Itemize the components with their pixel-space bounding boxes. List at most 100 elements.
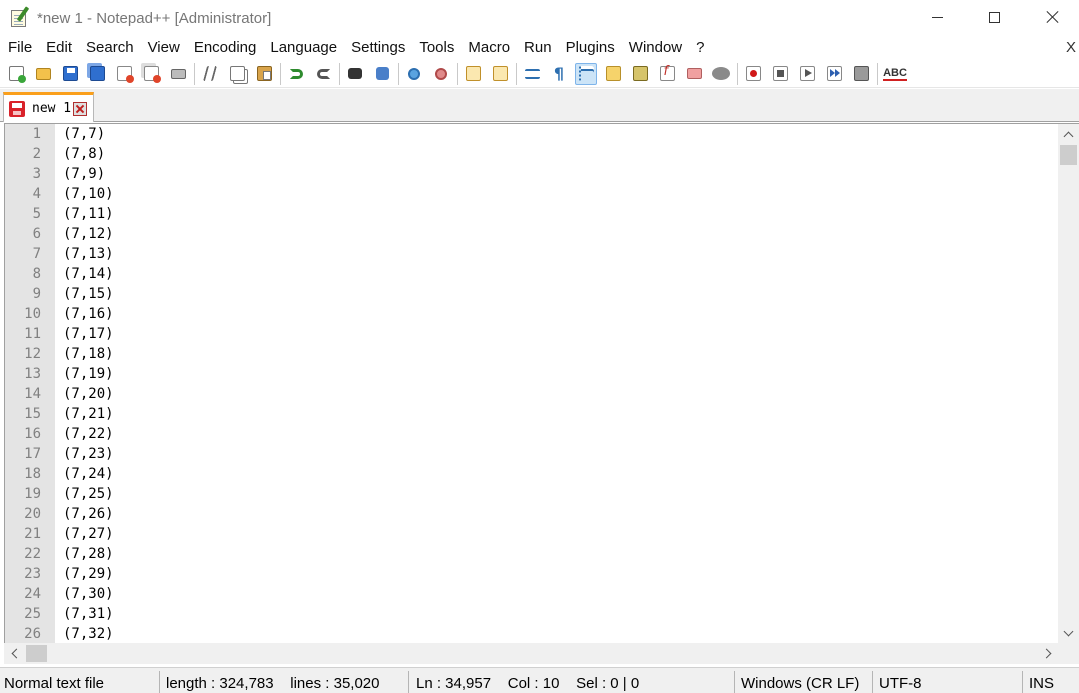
folder-as-workspace-icon [686, 68, 702, 79]
editor-line[interactable]: (7,12) [63, 224, 114, 244]
vertical-scroll-thumb[interactable] [1060, 145, 1077, 165]
line-number: 22 [24, 546, 41, 562]
maximize-button[interactable] [971, 0, 1017, 34]
title-bar: *new 1 - Notepad++ [Administrator] [0, 0, 1079, 36]
notepad-plus-plus-icon [9, 6, 31, 29]
editor-line[interactable]: (7,19) [63, 364, 114, 384]
line-number: 23 [24, 566, 41, 582]
editor-line[interactable]: (7,21) [63, 404, 114, 424]
document-map-button[interactable] [629, 63, 651, 85]
scroll-down-button[interactable] [1058, 623, 1079, 643]
word-wrap-icon [524, 68, 540, 79]
editor-line[interactable]: (7,28) [63, 544, 114, 564]
menu-run[interactable]: Run [517, 36, 559, 60]
editor-line[interactable]: (7,23) [63, 444, 114, 464]
open-file-button[interactable] [32, 63, 54, 85]
editor-line[interactable]: (7,8) [63, 144, 105, 164]
menu-macro[interactable]: Macro [461, 36, 517, 60]
show-all-characters-button[interactable]: ¶ [548, 63, 570, 85]
menu-plugins[interactable]: Plugins [559, 36, 622, 60]
close-all-button[interactable] [140, 63, 162, 85]
menu-file[interactable]: File [0, 36, 39, 60]
editor-line[interactable]: (7,29) [63, 564, 114, 584]
save-all-button[interactable] [86, 63, 108, 85]
monitoring-button[interactable] [710, 63, 732, 85]
editor-line[interactable]: (7,25) [63, 484, 114, 504]
zoom-in-icon [408, 67, 420, 80]
editor-line[interactable]: (7,32) [63, 624, 114, 643]
spell-check-button[interactable]: ABC [882, 63, 908, 85]
folder-as-workspace-button[interactable] [683, 63, 705, 85]
run-macro-multiple-button[interactable] [823, 63, 845, 85]
sync-vertical-button[interactable] [462, 63, 484, 85]
menu-edit[interactable]: Edit [39, 36, 79, 60]
editor-line[interactable]: (7,27) [63, 524, 114, 544]
editor-line[interactable]: (7,13) [63, 244, 114, 264]
function-list-button[interactable]: f [656, 63, 678, 85]
editor-line[interactable]: (7,18) [63, 344, 114, 364]
close-document-button[interactable]: X [1066, 36, 1076, 60]
editor-line[interactable]: (7,15) [63, 284, 114, 304]
zoom-out-button[interactable] [430, 63, 452, 85]
stop-recording-button[interactable] [769, 63, 791, 85]
editor-line[interactable]: (7,24) [63, 464, 114, 484]
editor-line[interactable]: (7,16) [63, 304, 114, 324]
line-number: 25 [24, 606, 41, 622]
line-number: 13 [24, 366, 41, 382]
tab-new-1[interactable]: new 1 [3, 92, 94, 122]
editor-line[interactable]: (7,31) [63, 604, 114, 624]
editor-line[interactable]: (7,30) [63, 584, 114, 604]
record-macro-button[interactable] [742, 63, 764, 85]
indent-guide-button[interactable] [575, 62, 597, 85]
menu-encoding[interactable]: Encoding [187, 36, 264, 60]
save-macro-button[interactable] [850, 63, 872, 85]
replace-button[interactable] [371, 63, 393, 85]
print-button[interactable] [167, 63, 189, 85]
redo-button[interactable] [312, 63, 334, 85]
menu-help[interactable]: ? [689, 36, 711, 60]
tab-close-icon[interactable] [73, 101, 88, 116]
copy-button[interactable] [226, 63, 248, 85]
menu-view[interactable]: View [141, 36, 187, 60]
editor-line[interactable]: (7,22) [63, 424, 114, 444]
sync-horizontal-button[interactable] [489, 63, 511, 85]
menu-tools[interactable]: Tools [412, 36, 461, 60]
save-button[interactable] [59, 63, 81, 85]
editor-line[interactable]: (7,9) [63, 164, 105, 184]
menu-language[interactable]: Language [263, 36, 344, 60]
menu-settings[interactable]: Settings [344, 36, 412, 60]
toolbar-separator [280, 62, 281, 85]
cut-button[interactable] [199, 63, 221, 85]
menu-window[interactable]: Window [622, 36, 689, 60]
word-wrap-button[interactable] [521, 63, 543, 85]
find-button[interactable] [344, 63, 366, 85]
vertical-scrollbar[interactable] [1058, 124, 1079, 643]
editor-area[interactable]: 1 2 3 4 5 6 7 8 9 10 11 12 13 14 15 16 17 18 19 20 21 22 23 24 2… [4, 123, 1079, 643]
user-defined-language-button[interactable] [602, 63, 624, 85]
pilcrow-icon: ¶ [553, 64, 565, 83]
editor-line[interactable]: (7,7) [63, 124, 105, 144]
editor-line[interactable]: (7,17) [63, 324, 114, 344]
status-separator [1022, 671, 1023, 693]
line-number: 16 [24, 426, 41, 442]
editor-line[interactable]: (7,14) [63, 264, 114, 284]
minimize-button[interactable] [914, 0, 960, 34]
scroll-up-button[interactable] [1058, 124, 1079, 144]
editor-line[interactable]: (7,10) [63, 184, 114, 204]
undo-button[interactable] [285, 63, 307, 85]
new-file-button[interactable] [5, 63, 27, 85]
editor-line[interactable]: (7,11) [63, 204, 114, 224]
close-window-button[interactable] [1030, 0, 1076, 34]
zoom-in-button[interactable] [403, 63, 425, 85]
scroll-right-button[interactable] [1038, 643, 1058, 664]
scroll-left-button[interactable] [4, 643, 24, 664]
horizontal-scroll-thumb[interactable] [26, 645, 47, 662]
horizontal-scrollbar[interactable] [4, 643, 1058, 664]
playback-macro-button[interactable] [796, 63, 818, 85]
editor-line[interactable]: (7,20) [63, 384, 114, 404]
close-file-button[interactable] [113, 63, 135, 85]
line-number: 18 [24, 466, 41, 482]
menu-search[interactable]: Search [79, 36, 141, 60]
paste-button[interactable] [253, 63, 275, 85]
editor-line[interactable]: (7,26) [63, 504, 114, 524]
